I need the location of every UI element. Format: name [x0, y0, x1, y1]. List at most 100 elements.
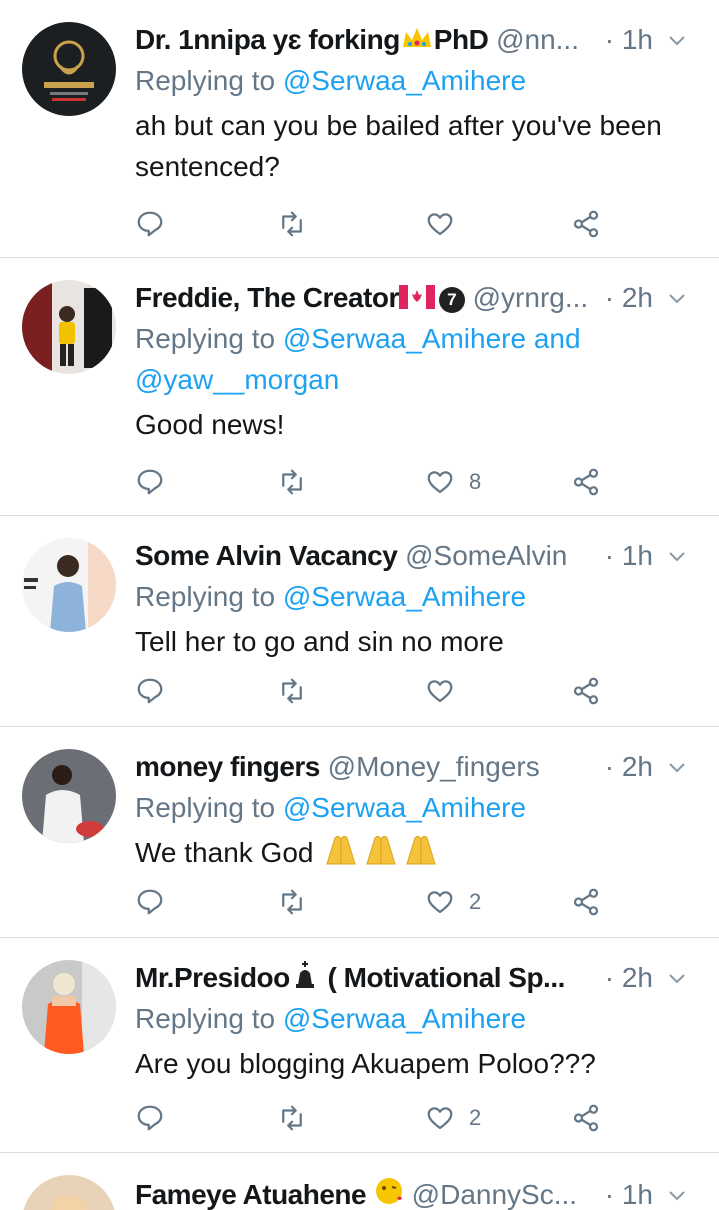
reply-icon [137, 1105, 163, 1131]
chevron-down-icon[interactable] [667, 1185, 687, 1205]
chevron-down-icon[interactable] [667, 546, 687, 566]
tweet-header: money fingers @Money_fingers · 2h [135, 747, 709, 787]
tweet[interactable]: Some Alvin Vacancy @SomeAlvin · 1h Reply… [0, 516, 719, 727]
reply-button[interactable] [135, 671, 165, 711]
tweet[interactable]: Freddie, The Creator 7 @yrnrg... · 2h Rep… [0, 258, 719, 516]
display-name[interactable]: Mr.Presidoo [135, 962, 290, 993]
share-button[interactable] [571, 671, 601, 711]
reply-icon [137, 469, 163, 495]
retweet-icon [282, 469, 302, 495]
timestamp: · 2h [598, 958, 653, 998]
avatar[interactable] [22, 960, 116, 1054]
tweet-actions: 8 [135, 462, 605, 502]
chevron-down-icon[interactable] [667, 968, 687, 988]
retweet-button[interactable] [277, 671, 307, 711]
tweet-header: Some Alvin Vacancy @SomeAlvin · 1h [135, 536, 709, 576]
reply-button[interactable] [135, 1098, 165, 1138]
like-button[interactable] [425, 671, 469, 711]
display-name[interactable]: money fingers [135, 751, 320, 782]
share-button[interactable] [571, 1098, 601, 1138]
tweet[interactable]: Dr. 1nnipa yɛ forking PhD @nn... · 1h Rep… [0, 0, 719, 258]
mention-link[interactable]: @Serwaa_Amihere [283, 792, 526, 823]
like-icon [427, 680, 453, 703]
share-button[interactable] [571, 204, 601, 244]
share-icon [573, 468, 599, 496]
like-icon [427, 213, 453, 236]
crown-emoji-icon [400, 22, 434, 62]
kissing-face-emoji-icon [374, 1176, 404, 1210]
tweet-text: We thank God [135, 837, 314, 868]
tweet[interactable]: Fameye Atuahene @DannySc... · 1h [0, 1153, 719, 1210]
mention-link[interactable]: @yaw__morgan [135, 364, 339, 395]
chevron-down-icon[interactable] [667, 288, 687, 308]
like-icon [427, 1107, 453, 1130]
tweet-actions [135, 671, 605, 711]
reply-icon [137, 211, 163, 237]
reply-button[interactable] [135, 462, 165, 502]
share-icon [573, 888, 599, 916]
tweet-text: Tell her to go and sin no more [135, 626, 504, 657]
user-handle: @Money_fingers [327, 751, 540, 782]
tweet-header: Mr.Presidoo ( Motivational Sp... · 2h [135, 958, 709, 998]
reply-icon [137, 889, 163, 915]
mention-link[interactable]: @Serwaa_Amihere [283, 1003, 526, 1034]
tweet-text: Are you blogging Akuapem Poloo??? [135, 1048, 596, 1079]
like-button[interactable]: 2 [425, 882, 481, 922]
number-badge: 7 [438, 286, 465, 313]
tweet-text-row: We thank God [135, 832, 709, 877]
retweet-icon [282, 211, 302, 237]
chevron-down-icon[interactable] [667, 30, 687, 50]
canada-flag-icon [398, 280, 435, 320]
like-count: 8 [469, 469, 482, 494]
avatar[interactable] [22, 280, 116, 374]
display-name-suffix: PhD [433, 24, 489, 55]
user-handle: @DannySc... [411, 1179, 578, 1210]
tweet[interactable]: Mr.Presidoo ( Motivational Sp... · 2h Re… [0, 938, 719, 1153]
share-icon [573, 677, 599, 705]
replying-to: Replying to @Serwaa_Amihere and @yaw__mo… [135, 318, 709, 400]
avatar[interactable] [22, 22, 116, 116]
user-handle: @yrnrg... [472, 282, 589, 313]
replying-to-label: Replying to [135, 65, 276, 96]
mention-link[interactable]: @Serwaa_Amihere [283, 581, 526, 612]
like-button[interactable]: 2 [425, 1098, 481, 1138]
share-button[interactable] [571, 462, 601, 502]
retweet-button[interactable] [277, 204, 307, 244]
retweet-button[interactable] [277, 1098, 307, 1138]
avatar[interactable] [22, 538, 116, 632]
tweet-text: Good news! [135, 409, 285, 440]
avatar[interactable] [22, 1175, 116, 1210]
mention-link[interactable]: @Serwaa_Amihere [283, 323, 526, 354]
timestamp: · 1h [598, 20, 653, 60]
replying-to-label: Replying to [135, 1003, 276, 1034]
tweet-header: Fameye Atuahene @DannySc... · 1h [135, 1175, 709, 1210]
share-button[interactable] [571, 882, 601, 922]
display-name[interactable]: Some Alvin Vacancy [135, 540, 398, 571]
replying-to: Replying to @Serwaa_Amihere [135, 576, 709, 617]
tweet[interactable]: money fingers @Money_fingers · 2h Replyi… [0, 727, 719, 938]
display-name[interactable]: Fameye Atuahene [135, 1179, 367, 1210]
mention-link[interactable]: @Serwaa_Amihere [283, 65, 526, 96]
mention-join: and [533, 323, 581, 354]
tweet-actions [135, 204, 605, 244]
like-count: 2 [469, 889, 482, 914]
replying-to: Replying to @Serwaa_Amihere [135, 60, 709, 101]
reply-icon [137, 678, 163, 704]
user-handle: @nn... [496, 24, 579, 55]
retweet-button[interactable] [277, 462, 307, 502]
chevron-down-icon[interactable] [667, 757, 687, 777]
like-button[interactable]: 8 [425, 462, 481, 502]
reply-button[interactable] [135, 204, 165, 244]
reply-button[interactable] [135, 882, 165, 922]
retweet-button[interactable] [277, 882, 307, 922]
display-name[interactable]: Freddie, The Creator [135, 282, 399, 313]
display-name[interactable]: Dr. 1nnipa yɛ forking [135, 24, 400, 55]
retweet-icon [282, 889, 302, 915]
replying-to: Replying to @Serwaa_Amihere [135, 998, 709, 1039]
replying-to-label: Replying to [135, 792, 276, 823]
avatar[interactable] [22, 749, 116, 843]
like-button[interactable] [425, 204, 469, 244]
like-icon [427, 891, 453, 914]
chess-king-icon [290, 959, 320, 1000]
tweet-actions: 2 [135, 882, 605, 922]
